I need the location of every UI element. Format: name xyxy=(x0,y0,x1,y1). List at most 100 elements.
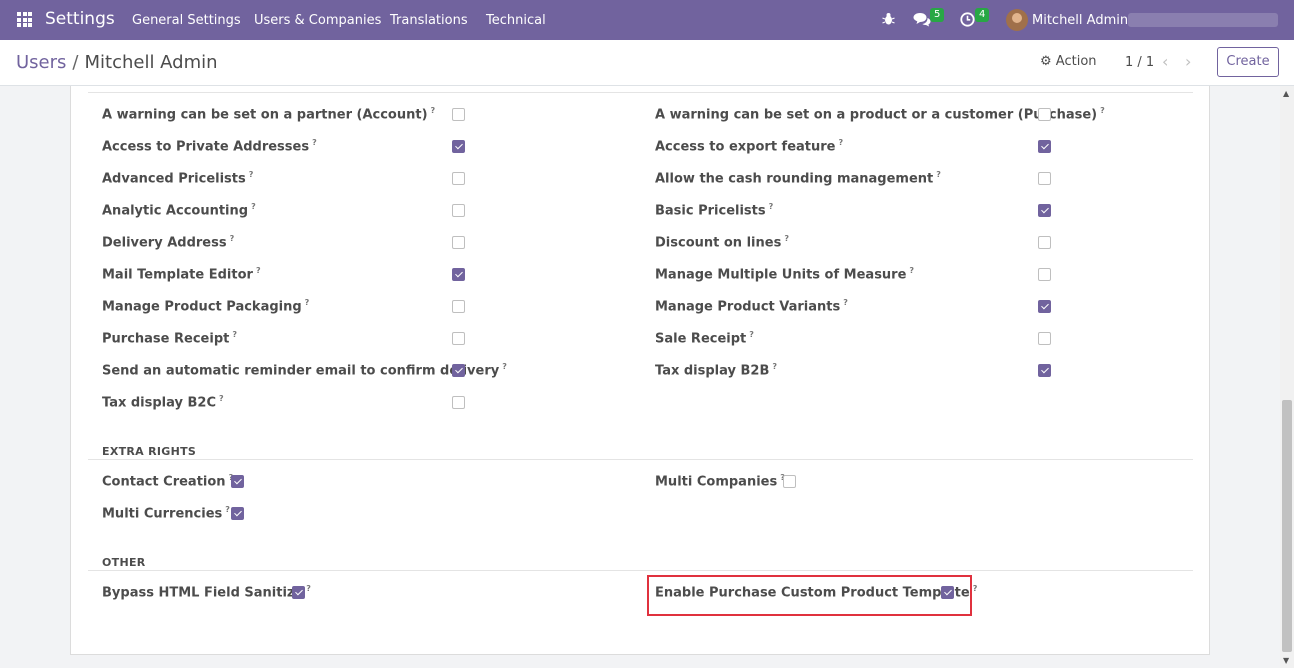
app-title[interactable]: Settings xyxy=(45,9,115,29)
help-tooltip-icon[interactable]: ? xyxy=(839,138,844,147)
delivery-address-checkbox[interactable] xyxy=(452,236,465,249)
create-button[interactable]: Create xyxy=(1217,47,1279,77)
delivery-address-label: Delivery Address? xyxy=(102,234,235,251)
multi-currencies-label: Multi Currencies? xyxy=(102,505,230,522)
a-warning-can-be-set-on-a-product-or-a-customer-purchase-checkbox[interactable] xyxy=(1038,108,1051,121)
apps-menu-icon[interactable] xyxy=(17,12,32,27)
technical-separator-line xyxy=(88,92,1193,93)
other-separator-line xyxy=(88,570,1193,571)
help-tooltip-icon[interactable]: ? xyxy=(769,202,774,211)
activities-count-badge: 4 xyxy=(975,8,990,22)
help-tooltip-icon[interactable]: ? xyxy=(232,330,237,339)
help-tooltip-icon[interactable]: ? xyxy=(431,106,436,115)
analytic-accounting-checkbox[interactable] xyxy=(452,204,465,217)
breadcrumb-separator: / xyxy=(72,52,79,73)
help-tooltip-icon[interactable]: ? xyxy=(256,266,261,275)
multi-companies-label: Multi Companies? xyxy=(655,473,785,489)
help-tooltip-icon[interactable]: ? xyxy=(772,362,777,371)
form-content: A warning can be set on a partner (Accou… xyxy=(0,86,1280,668)
extra-rights-title: EXTRA RIGHTS xyxy=(102,445,197,458)
purchase-receipt-label: Purchase Receipt? xyxy=(102,330,237,347)
help-tooltip-icon[interactable]: ? xyxy=(249,170,254,179)
help-tooltip-icon[interactable]: ? xyxy=(502,362,507,371)
discount-on-lines-label: Discount on lines? xyxy=(655,234,789,251)
breadcrumb-current: Mitchell Admin xyxy=(84,52,218,73)
menu-general-settings[interactable]: General Settings xyxy=(132,13,241,28)
menu-technical[interactable]: Technical xyxy=(486,13,546,28)
help-tooltip-icon[interactable]: ? xyxy=(973,584,978,593)
contact-creation-label: Contact Creation? xyxy=(102,473,233,489)
menu-translations[interactable]: Translations xyxy=(390,13,468,28)
send-an-automatic-reminder-email-to-confirm-delivery-label: Send an automatic reminder email to conf… xyxy=(102,362,507,379)
multi-companies-checkbox[interactable] xyxy=(783,475,796,488)
gear-icon: ⚙ xyxy=(1040,54,1052,69)
access-to-private-addresses-label: Access to Private Addresses? xyxy=(102,138,317,155)
send-an-automatic-reminder-email-to-confirm-delivery-checkbox[interactable] xyxy=(452,364,465,377)
action-label: Action xyxy=(1055,54,1097,69)
help-tooltip-icon[interactable]: ? xyxy=(936,170,941,179)
contact-creation-checkbox[interactable] xyxy=(231,475,244,488)
manage-product-variants-label: Manage Product Variants? xyxy=(655,298,848,315)
help-tooltip-icon[interactable]: ? xyxy=(306,584,311,593)
access-to-private-addresses-checkbox[interactable] xyxy=(452,140,465,153)
highlight-box xyxy=(647,575,972,616)
scrollbar-thumb[interactable] xyxy=(1282,400,1292,652)
manage-product-packaging-label: Manage Product Packaging? xyxy=(102,298,310,315)
allow-the-cash-rounding-management-checkbox[interactable] xyxy=(1038,172,1051,185)
messages-icon[interactable] xyxy=(913,12,931,27)
multi-currencies-checkbox[interactable] xyxy=(231,507,244,520)
help-tooltip-icon[interactable]: ? xyxy=(749,330,754,339)
access-to-export-feature-checkbox[interactable] xyxy=(1038,140,1051,153)
help-tooltip-icon[interactable]: ? xyxy=(305,298,310,307)
activities-clock-icon[interactable] xyxy=(960,12,975,27)
breadcrumb-users-link[interactable]: Users xyxy=(16,52,66,73)
manage-multiple-units-of-measure-checkbox[interactable] xyxy=(1038,268,1051,281)
user-menu-name[interactable]: Mitchell Admin xyxy=(1032,13,1128,28)
extra-rights-separator-line xyxy=(88,459,1193,460)
access-to-export-feature-label: Access to export feature? xyxy=(655,138,844,155)
scroll-down-arrow-icon[interactable]: ▼ xyxy=(1283,656,1289,665)
help-tooltip-icon[interactable]: ? xyxy=(225,505,230,514)
help-tooltip-icon[interactable]: ? xyxy=(784,234,789,243)
help-tooltip-icon[interactable]: ? xyxy=(312,138,317,147)
top-navbar: Settings General Settings Users & Compan… xyxy=(0,0,1294,40)
menu-users-companies[interactable]: Users & Companies xyxy=(254,13,381,28)
bypass-html-checkbox[interactable] xyxy=(292,586,305,599)
advanced-pricelists-checkbox[interactable] xyxy=(452,172,465,185)
tax-display-b2c-label: Tax display B2C? xyxy=(102,394,224,411)
action-menu-button[interactable]: ⚙ Action xyxy=(1040,54,1097,69)
analytic-accounting-label: Analytic Accounting? xyxy=(102,202,256,219)
database-name-blurred xyxy=(1128,13,1278,27)
tax-display-b2b-checkbox[interactable] xyxy=(1038,364,1051,377)
other-title: OTHER xyxy=(102,556,146,569)
breadcrumb: Users / Mitchell Admin xyxy=(16,52,218,73)
help-tooltip-icon[interactable]: ? xyxy=(843,298,848,307)
debug-bug-icon[interactable] xyxy=(882,12,895,26)
pager-value[interactable]: 1 / 1 xyxy=(1125,55,1154,70)
help-tooltip-icon[interactable]: ? xyxy=(230,234,235,243)
messages-count-badge: 5 xyxy=(930,8,945,22)
mail-template-editor-label: Mail Template Editor? xyxy=(102,266,261,283)
a-warning-can-be-set-on-a-partner-account-checkbox[interactable] xyxy=(452,108,465,121)
help-tooltip-icon[interactable]: ? xyxy=(251,202,256,211)
help-tooltip-icon[interactable]: ? xyxy=(909,266,914,275)
manage-product-variants-checkbox[interactable] xyxy=(1038,300,1051,313)
allow-the-cash-rounding-management-label: Allow the cash rounding management? xyxy=(655,170,941,187)
mail-template-editor-checkbox[interactable] xyxy=(452,268,465,281)
discount-on-lines-checkbox[interactable] xyxy=(1038,236,1051,249)
pager-next-icon[interactable]: › xyxy=(1185,52,1191,71)
basic-pricelists-label: Basic Pricelists? xyxy=(655,202,774,219)
pager-previous-icon[interactable]: ‹ xyxy=(1162,52,1168,71)
help-tooltip-icon[interactable]: ? xyxy=(1100,106,1105,115)
vertical-scrollbar[interactable]: ▲ ▼ xyxy=(1280,86,1294,668)
advanced-pricelists-label: Advanced Pricelists? xyxy=(102,170,254,187)
help-tooltip-icon[interactable]: ? xyxy=(219,394,224,403)
basic-pricelists-checkbox[interactable] xyxy=(1038,204,1051,217)
a-warning-can-be-set-on-a-partner-account-label: A warning can be set on a partner (Accou… xyxy=(102,106,436,123)
scroll-up-arrow-icon[interactable]: ▲ xyxy=(1283,89,1289,98)
manage-product-packaging-checkbox[interactable] xyxy=(452,300,465,313)
tax-display-b2c-checkbox[interactable] xyxy=(452,396,465,409)
purchase-receipt-checkbox[interactable] xyxy=(452,332,465,345)
user-avatar[interactable] xyxy=(1006,9,1028,31)
sale-receipt-checkbox[interactable] xyxy=(1038,332,1051,345)
